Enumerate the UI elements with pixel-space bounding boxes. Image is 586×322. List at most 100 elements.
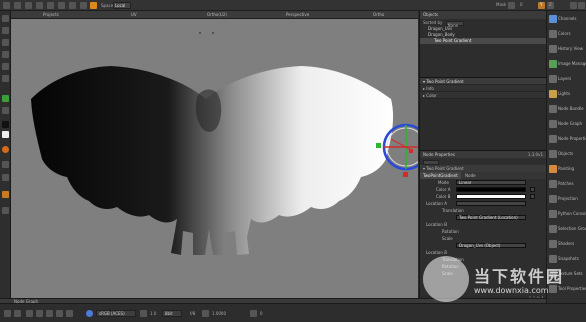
colorspace-dropdown[interactable]: sRGB (ACES)	[96, 310, 136, 317]
tab-node[interactable]: Node	[462, 172, 478, 179]
bit-depth-dropdown[interactable]: 8bit	[162, 310, 182, 317]
watermark-logo	[423, 256, 469, 302]
shelf-item-label: Shaders	[558, 241, 575, 246]
tab-ortho-u2[interactable]: Ortho(U2)	[207, 11, 227, 19]
shelf-item-label: Node Graph	[558, 121, 582, 126]
gamma-icon[interactable]	[202, 310, 209, 317]
rotate-tool-icon[interactable]	[69, 2, 76, 9]
shelf-item-painting[interactable]: Painting	[547, 164, 586, 178]
close-icon[interactable]	[578, 2, 585, 9]
tab-ortho[interactable]: Ortho	[373, 11, 384, 19]
shelf-item-label: Colors	[558, 31, 571, 36]
lasso-tool-icon[interactable]	[25, 2, 32, 9]
color-b-picker-icon[interactable]	[530, 194, 535, 199]
background-color-swatch[interactable]	[2, 131, 9, 138]
channel-a-icon[interactable]	[56, 310, 63, 317]
node-properties-header: Node Properties 1.3.0v1	[420, 151, 546, 158]
channel-r-icon[interactable]	[26, 310, 33, 317]
shelf-item-selection-groups[interactable]: Selection Groups	[547, 224, 586, 238]
transform-manipulator-icon[interactable]	[90, 2, 97, 9]
channel-b-icon[interactable]	[46, 310, 53, 317]
scale-a-row: Scale	[420, 235, 546, 242]
shelf-item-lights[interactable]: Lights	[547, 89, 586, 103]
node-subheader[interactable]: ▾ Two Point Gradient	[420, 165, 546, 172]
color-a-picker-icon[interactable]	[530, 187, 535, 192]
location-a-field[interactable]	[456, 201, 526, 206]
fill-tool-icon[interactable]	[2, 75, 9, 82]
tree-item-two-point-gradient[interactable]: Two Point Gradient	[420, 38, 546, 44]
mask-toggle-icon[interactable]	[508, 2, 515, 9]
undo-icon[interactable]	[4, 310, 11, 317]
shelf-item-node-graph[interactable]: Node Graph	[547, 119, 586, 133]
location-a-label: Location A	[426, 201, 447, 206]
eyedropper-icon[interactable]	[2, 107, 9, 114]
tab-projects[interactable]: Projects	[43, 11, 59, 19]
shelf-item-image-manager[interactable]: Image Manager	[547, 59, 586, 73]
location-a-row: Location A	[420, 200, 546, 207]
location-a-object-dropdown[interactable]: Two Point Gradient (Location)	[456, 215, 526, 220]
history-view-icon	[549, 45, 557, 53]
color-swatch-green-icon[interactable]	[2, 95, 9, 102]
brush-tool-icon[interactable]	[47, 2, 54, 9]
shelf-item-channels[interactable]: Channels	[547, 14, 586, 28]
rect-select-icon[interactable]	[36, 2, 43, 9]
color-wheel-icon[interactable]	[86, 310, 93, 317]
node-graph-icon	[549, 120, 557, 128]
shelf-item-colors[interactable]: Colors	[547, 29, 586, 43]
shelf-item-objects[interactable]: Objects	[547, 149, 586, 163]
3d-viewport[interactable]	[11, 19, 418, 301]
lut-icon[interactable]	[66, 310, 73, 317]
gradient-tool-icon[interactable]	[2, 191, 9, 198]
menu-icon[interactable]	[3, 2, 10, 9]
foreground-color-swatch[interactable]	[2, 121, 9, 128]
property-section-color[interactable]: ▸ Color	[420, 92, 546, 99]
clone-tool-icon[interactable]	[2, 39, 9, 46]
space-dropdown[interactable]: Local	[113, 2, 131, 9]
node-filter-field[interactable]	[423, 159, 439, 165]
redo-icon[interactable]	[14, 310, 21, 317]
layers-icon	[549, 75, 557, 83]
location-a-object-value: Two Point Gradient (Location)	[459, 215, 518, 220]
record-icon[interactable]	[2, 146, 9, 153]
projection-tool-icon[interactable]	[2, 161, 9, 168]
mask-label: Mask	[496, 2, 507, 7]
shelf-item-shaders[interactable]: Shaders	[547, 239, 586, 253]
property-section-two-point-gradient[interactable]: ▾ Two Point Gradient	[420, 78, 546, 85]
patches-icon	[549, 180, 557, 188]
location-b-object-dropdown[interactable]: Dragon_Uvs (Object)	[456, 243, 526, 248]
gain-icon[interactable]	[140, 310, 147, 317]
exposure-icon[interactable]	[250, 310, 257, 317]
shaders-icon	[549, 240, 557, 248]
shelf-item-node-properties[interactable]: Node Properties	[547, 134, 586, 148]
shelf-item-patches[interactable]: Patches	[547, 179, 586, 193]
property-section-info[interactable]: ▸ Info	[420, 85, 546, 92]
shelf-item-python-console[interactable]: Python Console	[547, 209, 586, 223]
smear-tool-icon[interactable]	[2, 51, 9, 58]
scale-tool-icon[interactable]	[80, 2, 87, 9]
move-tool-icon[interactable]	[58, 2, 65, 9]
select-tool-icon[interactable]	[14, 2, 21, 9]
tab-uv[interactable]: UV	[131, 11, 137, 19]
color-b-swatch[interactable]	[456, 194, 526, 199]
mask-tool-icon[interactable]	[2, 174, 9, 181]
gamma-value: 1.0000	[212, 311, 226, 316]
mode-dropdown[interactable]: Linear	[456, 180, 526, 185]
shelf-item-projection[interactable]: Projection	[547, 194, 586, 208]
shelf-item-node-bundle[interactable]: Node Bundle	[547, 104, 586, 118]
maximize-icon[interactable]	[570, 2, 577, 9]
tab-perspective[interactable]: Perspective	[286, 11, 309, 19]
zoom-tool-icon[interactable]	[2, 207, 9, 214]
mode-value: Linear	[459, 180, 472, 185]
blur-tool-icon[interactable]	[2, 63, 9, 70]
sorted-by-dropdown[interactable]: None	[445, 20, 464, 27]
selection-groups-icon	[549, 225, 557, 233]
objects-icon	[549, 150, 557, 158]
colorspace-value: sRGB (ACES)	[99, 311, 125, 316]
shelf-item-layers[interactable]: Layers	[547, 74, 586, 88]
shelf-item-history-view[interactable]: History View	[547, 44, 586, 58]
color-a-swatch[interactable]	[456, 187, 526, 192]
tab-twopointgradient[interactable]: TwoPointGradient	[420, 172, 461, 179]
erase-tool-icon[interactable]	[2, 27, 9, 34]
paint-tool-icon[interactable]	[2, 15, 9, 22]
channel-g-icon[interactable]	[36, 310, 43, 317]
